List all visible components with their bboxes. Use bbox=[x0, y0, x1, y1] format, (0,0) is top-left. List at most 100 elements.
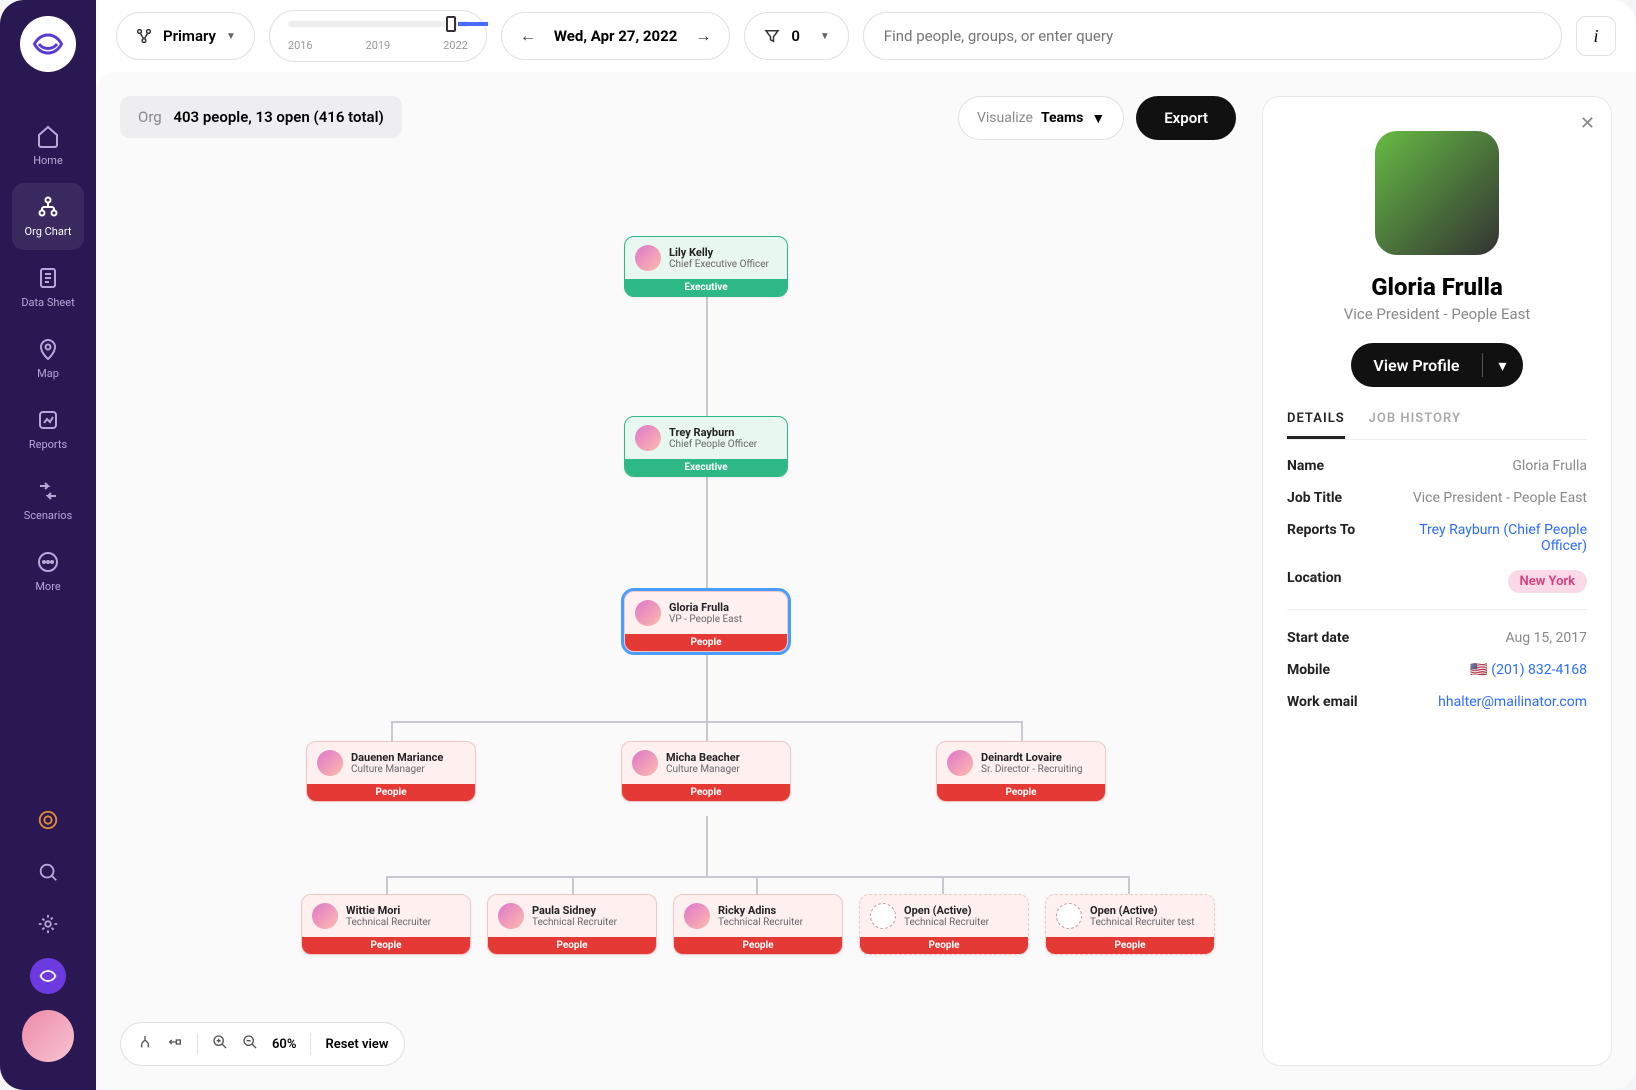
timeline-handle[interactable] bbox=[446, 16, 456, 32]
org-node-cpo[interactable]: Trey Rayburn Chief People Officer Execut… bbox=[624, 416, 788, 477]
org-node[interactable]: Dauenen MarianceCulture Manager People bbox=[306, 741, 476, 802]
view-controls: 60% Reset view bbox=[120, 1022, 405, 1066]
nav-reports[interactable]: Reports bbox=[12, 396, 84, 463]
timeline-slider[interactable]: 2016 2019 2022 bbox=[269, 10, 487, 62]
nav-scenarios-label: Scenarios bbox=[24, 509, 73, 522]
email-link[interactable]: hhalter@mailinator.com bbox=[1438, 694, 1587, 710]
detail-row-email: Work emailhhalter@mailinator.com bbox=[1287, 694, 1587, 710]
search-input[interactable] bbox=[863, 12, 1562, 60]
mobile-link[interactable]: 🇺🇸 (201) 832-4168 bbox=[1470, 662, 1587, 678]
home-icon bbox=[36, 124, 60, 148]
nav-map-label: Map bbox=[37, 367, 59, 380]
timeline-year: 2022 bbox=[443, 39, 468, 52]
gear-icon bbox=[37, 913, 59, 935]
detail-row-location: LocationNew York bbox=[1287, 570, 1587, 593]
detail-row-start: Start dateAug 15, 2017 bbox=[1287, 630, 1587, 646]
target-icon bbox=[37, 809, 59, 831]
avatar bbox=[317, 750, 343, 776]
map-pin-icon bbox=[36, 337, 60, 361]
nav-reports-label: Reports bbox=[29, 438, 67, 451]
avatar bbox=[498, 903, 524, 929]
nav-data-sheet-label: Data Sheet bbox=[21, 296, 74, 309]
app-logo[interactable] bbox=[20, 16, 76, 72]
profile-name: Gloria Frulla bbox=[1287, 273, 1587, 301]
nav-org-chart-label: Org Chart bbox=[25, 225, 72, 238]
detail-row-reports: Reports ToTrey Rayburn (Chief People Off… bbox=[1287, 522, 1587, 554]
org-node[interactable]: Deinardt LovaireSr. Director - Recruitin… bbox=[936, 741, 1106, 802]
sidebar-brand-button[interactable] bbox=[30, 958, 66, 994]
nav-home[interactable]: Home bbox=[12, 112, 84, 179]
node-title: Technical Recruiter bbox=[904, 917, 989, 928]
avatar bbox=[635, 600, 661, 626]
view-profile-dropdown[interactable]: ▾ bbox=[1483, 356, 1523, 375]
tab-job-history[interactable]: JOB HISTORY bbox=[1369, 411, 1461, 439]
avatar-open bbox=[870, 903, 896, 929]
collapse-icon[interactable] bbox=[167, 1034, 183, 1054]
avatar bbox=[312, 903, 338, 929]
node-title: Sr. Director - Recruiting bbox=[981, 764, 1083, 775]
filter-button[interactable]: 0 ▼ bbox=[744, 12, 848, 60]
org-chart-icon bbox=[36, 195, 60, 219]
org-node[interactable]: Ricky AdinsTechnical Recruiter People bbox=[673, 894, 843, 955]
close-button[interactable]: ✕ bbox=[1580, 113, 1595, 134]
location-badge: New York bbox=[1508, 570, 1588, 593]
timeline-year: 2019 bbox=[366, 39, 391, 52]
sidebar-search-button[interactable] bbox=[30, 854, 66, 890]
org-node[interactable]: Paula SidneyTechnical Recruiter People bbox=[487, 894, 657, 955]
avatar-open bbox=[1056, 903, 1082, 929]
node-name: Trey Rayburn bbox=[669, 426, 757, 439]
tab-details[interactable]: DETAILS bbox=[1287, 411, 1345, 439]
detail-row-job: Job TitleVice President - People East bbox=[1287, 490, 1587, 506]
org-node[interactable]: Wittie MoriTechnical Recruiter People bbox=[301, 894, 471, 955]
org-node-vp[interactable]: Gloria Frulla VP - People East People + … bbox=[624, 591, 788, 652]
zoom-in-button[interactable] bbox=[212, 1034, 228, 1054]
reset-view-button[interactable]: Reset view bbox=[325, 1037, 388, 1052]
node-name: Paula Sidney bbox=[532, 904, 617, 917]
node-title: Technical Recruiter bbox=[346, 917, 431, 928]
prev-date-button[interactable]: ← bbox=[520, 26, 536, 46]
view-selector-label: Primary bbox=[163, 27, 216, 45]
view-profile-button[interactable]: View Profile ▾ bbox=[1351, 343, 1522, 387]
nav-home-label: Home bbox=[33, 154, 63, 167]
node-name: Wittie Mori bbox=[346, 904, 431, 917]
user-avatar[interactable] bbox=[22, 1010, 74, 1062]
brand-icon bbox=[38, 966, 58, 986]
org-chart-canvas[interactable]: Lily Kelly Chief Executive Officer Execu… bbox=[96, 96, 1256, 1090]
tree-icon[interactable] bbox=[137, 1034, 153, 1054]
search-icon bbox=[37, 861, 59, 883]
avatar bbox=[947, 750, 973, 776]
node-footer: People bbox=[302, 937, 470, 954]
date-navigator[interactable]: ← Wed, Apr 27, 2022 → bbox=[501, 12, 730, 60]
node-name: Open (Active) bbox=[904, 904, 989, 917]
nav-more[interactable]: More bbox=[12, 538, 84, 605]
node-title: Chief People Officer bbox=[669, 439, 757, 450]
zoom-out-button[interactable] bbox=[242, 1034, 258, 1054]
sidebar-target-button[interactable] bbox=[30, 802, 66, 838]
nav-data-sheet[interactable]: Data Sheet bbox=[12, 254, 84, 321]
reports-to-link[interactable]: Trey Rayburn (Chief People Officer) bbox=[1397, 522, 1587, 554]
org-node-ceo[interactable]: Lily Kelly Chief Executive Officer Execu… bbox=[624, 236, 788, 297]
node-footer: People bbox=[860, 937, 1028, 954]
nav-scenarios[interactable]: Scenarios bbox=[12, 467, 84, 534]
node-footer: Executive bbox=[625, 459, 787, 476]
profile-avatar bbox=[1375, 131, 1499, 255]
nav-map[interactable]: Map bbox=[12, 325, 84, 392]
view-selector[interactable]: Primary ▼ bbox=[116, 12, 255, 60]
org-node[interactable]: Micha BeacherCulture Manager People bbox=[621, 741, 791, 802]
node-title: VP - People East bbox=[669, 614, 742, 625]
reports-icon bbox=[36, 408, 60, 432]
info-button[interactable]: i bbox=[1576, 16, 1616, 56]
detail-row-mobile: Mobile🇺🇸 (201) 832-4168 bbox=[1287, 662, 1587, 678]
node-name: Micha Beacher bbox=[666, 751, 740, 764]
next-date-button[interactable]: → bbox=[695, 26, 711, 46]
funnel-icon bbox=[763, 27, 781, 45]
org-node-open[interactable]: Open (Active)Technical Recruiter People bbox=[859, 894, 1029, 955]
sidebar-settings-button[interactable] bbox=[30, 906, 66, 942]
profile-title: Vice President - People East bbox=[1287, 305, 1587, 323]
org-node-open[interactable]: Open (Active)Technical Recruiter test Pe… bbox=[1045, 894, 1215, 955]
node-name: Lily Kelly bbox=[669, 246, 769, 259]
zoom-level: 60% bbox=[272, 1037, 296, 1052]
current-date: Wed, Apr 27, 2022 bbox=[554, 27, 677, 45]
more-icon bbox=[36, 550, 60, 574]
nav-org-chart[interactable]: Org Chart bbox=[12, 183, 84, 250]
